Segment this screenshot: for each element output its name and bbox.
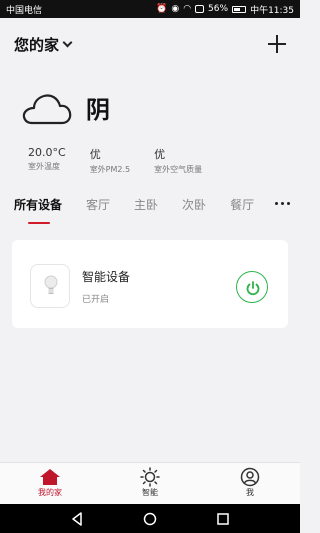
status-bar: 中国电信 ⏰ ◉ ◠ 56% 中午11:35 (0, 0, 300, 18)
stat-label: 室外温度 (28, 162, 60, 171)
plus-icon[interactable] (268, 35, 286, 53)
stat-value: 20.0°C (28, 146, 66, 159)
home-icon (40, 469, 60, 485)
more-icon[interactable] (275, 202, 290, 205)
recents-icon[interactable] (216, 512, 230, 526)
tab-second-bedroom[interactable]: 次卧 (182, 196, 206, 213)
lightbulb-icon (30, 264, 70, 308)
nav-label: 我的家 (38, 488, 62, 497)
bottom-navigation: 我的家 智能 我 (0, 462, 300, 504)
carrier-label: 中国电信 (6, 5, 43, 16)
signal-icon (195, 5, 205, 13)
sun-icon (140, 467, 160, 487)
home-name: 您的家 (14, 35, 60, 54)
back-icon[interactable] (70, 511, 84, 526)
stat-air-quality: 优 室外空气质量 (154, 146, 202, 175)
wifi-icon: ◠ (183, 4, 192, 14)
stat-temperature: 20.0°C 室外温度 (28, 146, 66, 175)
device-name: 智能设备 (82, 270, 131, 284)
status-icons: ⏰ ◉ ◠ 56% 中午11:35 (156, 3, 294, 16)
cloud-icon (22, 93, 72, 124)
home-selector[interactable]: 您的家 (14, 34, 73, 55)
device-card[interactable]: 智能设备 已开启 (12, 240, 288, 328)
nav-my-home[interactable]: 我的家 (0, 463, 100, 504)
stat-value: 优 (89, 148, 101, 161)
home-button-icon[interactable] (143, 512, 157, 526)
stat-pm25: 优 室外PM2.5 (90, 146, 130, 175)
stat-value: 优 (154, 148, 166, 161)
nav-me[interactable]: 我 (200, 463, 300, 504)
battery-icon (232, 5, 247, 13)
weather-stats: 20.0°C 室外温度 优 室外PM2.5 优 室外空气质量 (28, 146, 202, 175)
tab-master-bedroom[interactable]: 主卧 (134, 196, 158, 213)
stat-label: 室外PM2.5 (89, 165, 131, 174)
system-navigation-bar (0, 504, 300, 533)
alarm-icon: ⏰ (156, 4, 168, 14)
tab-all-devices[interactable]: 所有设备 (14, 196, 62, 224)
stat-label: 室外空气质量 (154, 165, 203, 174)
power-button[interactable] (236, 271, 268, 303)
chevron-down-icon (62, 37, 73, 47)
eye-icon: ◉ (171, 4, 180, 14)
app-header: 您的家 (0, 18, 300, 70)
status-time: 中午11:35 (250, 5, 294, 16)
power-icon (246, 281, 260, 296)
weather-condition: 阴 (86, 96, 110, 124)
tab-living-room[interactable]: 客厅 (86, 196, 110, 213)
nav-label: 智能 (142, 488, 158, 497)
user-icon (240, 467, 260, 487)
nav-smart[interactable]: 智能 (100, 463, 200, 504)
room-tabs: 所有设备 客厅 主卧 次卧 餐厅 (14, 196, 294, 228)
device-status: 已开启 (82, 295, 110, 305)
battery-percent: 56% (208, 4, 229, 14)
tab-dining-room[interactable]: 餐厅 (230, 196, 254, 213)
weather-summary: 阴 (20, 90, 110, 125)
nav-label: 我 (246, 488, 254, 497)
